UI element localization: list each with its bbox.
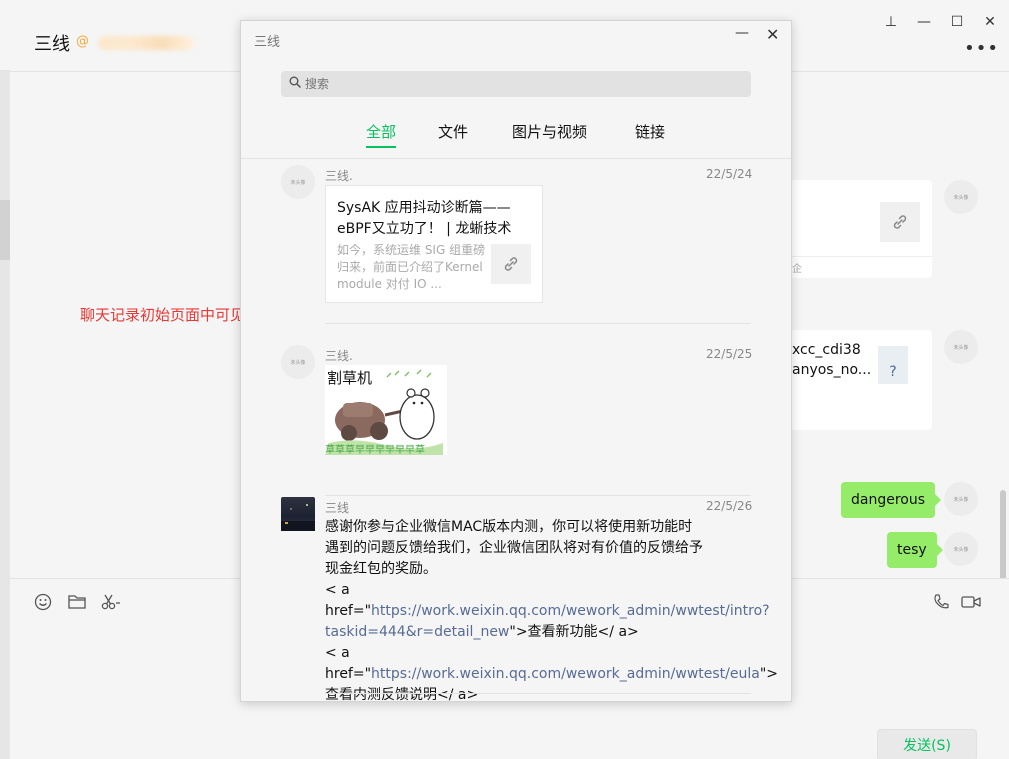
avatar[interactable]: 未头像 xyxy=(281,165,315,199)
close-button[interactable]: ✕ xyxy=(980,14,1000,30)
search-input[interactable] xyxy=(303,71,743,97)
pin-icon[interactable]: ⊥ xyxy=(881,14,901,30)
tabs-divider xyxy=(241,158,791,159)
blurred-company-name xyxy=(98,36,194,50)
avatar[interactable]: 未头像 xyxy=(944,330,978,364)
message-link[interactable]: https://work.weixin.qq.com/wework_admin/… xyxy=(371,666,760,682)
history-message: 未头像 三线. 22/5/24 SysAK 应用抖动诊断篇——eBPF又立功了！… xyxy=(241,165,791,335)
dialog-close-button[interactable]: ✕ xyxy=(766,25,779,44)
dialog-minimize-button[interactable]: — xyxy=(735,25,749,41)
video-call-icon[interactable] xyxy=(960,593,982,616)
link-icon xyxy=(880,202,920,242)
conversation-list-edge xyxy=(0,70,10,759)
file-message-card[interactable]: xcc_cdi38 anyos_no... ? xyxy=(790,330,932,430)
tab-images-videos[interactable]: 图片与视频 xyxy=(512,121,587,142)
link-card[interactable]: SysAK 应用抖动诊断篇——eBPF又立功了！ | 龙蜥技术 如今，系统运维 … xyxy=(325,185,543,303)
chat-history-dialog: 三线 — ✕ 全部 文件 图片与视频 链接 未头像 三线. 22/5/24 Sy… xyxy=(240,20,792,702)
message-intro: 感谢你参与企业微信MAC版本内测，你可以将使用新功能时遇到的问题反馈给我们，企业… xyxy=(325,519,703,577)
file-name-line1: xcc_cdi38 xyxy=(792,342,861,358)
dialog-title: 三线 xyxy=(254,35,281,50)
avatar[interactable] xyxy=(281,497,315,531)
link-card-title: SysAK 应用抖动诊断篇——eBPF又立功了！ | 龙蜥技术 xyxy=(337,200,512,237)
history-tabs: 全部 文件 图片与视频 链接 xyxy=(241,121,791,149)
message-sender: 三线. xyxy=(325,349,353,363)
link-message-card[interactable]: 企 xyxy=(790,180,932,278)
history-message: 未头像 三线. 22/5/25 割草机 草草草早早早早早早草 xyxy=(241,345,791,496)
message-sender: 三线 xyxy=(325,501,350,515)
minimize-button[interactable]: — xyxy=(914,14,934,30)
avatar[interactable]: 未头像 xyxy=(281,345,315,379)
chat-subtitle-at: @ xyxy=(76,34,89,49)
message-bubble[interactable]: dangerous xyxy=(841,482,942,518)
avatar[interactable]: 未头像 xyxy=(944,532,978,566)
more-options-icon[interactable]: ••• xyxy=(964,38,999,59)
sticker-grass-text: 草草草早早早早早早草 xyxy=(325,444,425,455)
voice-call-icon[interactable] xyxy=(932,593,950,616)
search-icon xyxy=(289,76,301,88)
file-icon: ? xyxy=(878,346,908,384)
lawnmower-sticker-image[interactable]: 割草机 草草草早早早早早早草 xyxy=(325,365,447,455)
tab-all[interactable]: 全部 xyxy=(366,121,397,148)
chat-scrollbar[interactable] xyxy=(1000,490,1006,580)
send-button[interactable]: 发送(S) xyxy=(877,729,977,759)
message-date: 22/5/26 xyxy=(706,499,753,513)
emoji-icon[interactable] xyxy=(34,593,52,616)
message-date: 22/5/25 xyxy=(706,347,753,361)
screenshot-scissors-icon[interactable] xyxy=(100,593,122,616)
tab-files[interactable]: 文件 xyxy=(438,121,468,142)
history-message: 三线 22/5/26 感谢你参与企业微信MAC版本内测，你可以将使用新功能时遇到… xyxy=(241,497,791,701)
message-sender: 三线. xyxy=(325,169,353,183)
link-icon xyxy=(491,244,531,284)
sticker-caption: 割草机 xyxy=(327,369,372,387)
tab-links[interactable]: 链接 xyxy=(635,121,665,142)
card-source: 企 xyxy=(792,264,802,275)
message-date: 22/5/24 xyxy=(706,167,753,181)
link-card-description: 如今，系统运维 SIG 组重磅归来，前面已介绍了Kernel module 对付… xyxy=(337,243,486,291)
chat-title: 三线 xyxy=(34,34,70,55)
message-bubble[interactable]: tesy xyxy=(887,532,943,568)
avatar[interactable]: 未头像 xyxy=(944,180,978,214)
message-text[interactable]: 感谢你参与企业微信MAC版本内测，你可以将使用新功能时遇到的问题反馈给我们，企业… xyxy=(325,517,778,701)
file-name-line2: anyos_no... xyxy=(792,362,872,378)
folder-icon[interactable] xyxy=(67,593,87,616)
search-box[interactable] xyxy=(281,71,751,97)
avatar[interactable]: 未头像 xyxy=(944,482,978,516)
maximize-button[interactable]: ☐ xyxy=(947,14,967,30)
